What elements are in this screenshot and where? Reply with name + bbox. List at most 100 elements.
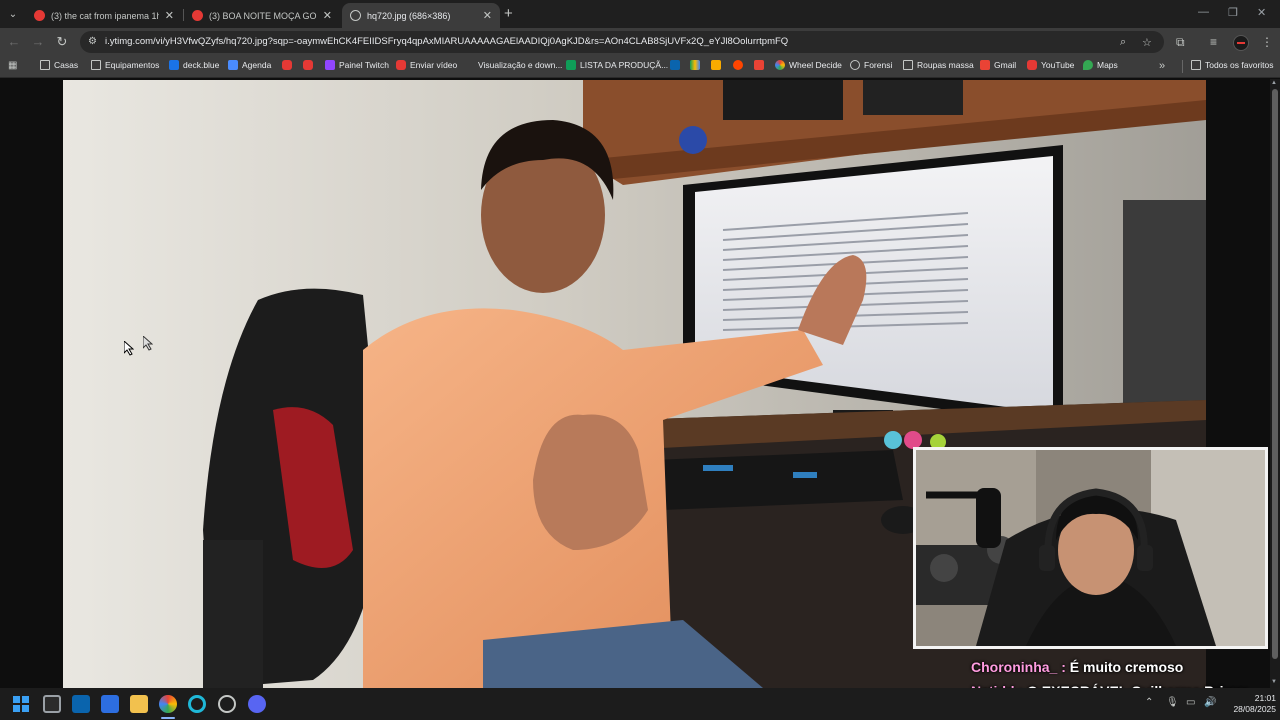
tab-1[interactable]: (3) the cat from ipanema 1hr ve ✕	[26, 3, 182, 28]
bookmark-forensi[interactable]: Forensi	[850, 60, 892, 70]
bookmark-youtube-2[interactable]	[303, 60, 317, 70]
tab-2[interactable]: (3) BOA NOITE MOÇA GOSTOSA ✕	[184, 3, 340, 28]
close-icon[interactable]: ✕	[323, 9, 332, 22]
bookmark-star-icon[interactable]: ☆	[1142, 36, 1152, 49]
bookmark-equipamentos[interactable]: Equipamentos	[91, 60, 159, 70]
address-bar[interactable]: ⚙ i.ytimg.com/vi/yH3VfwQZyfs/hq720.jpg?s…	[80, 31, 1164, 53]
scroll-down-icon[interactable]: ▼	[1271, 679, 1277, 685]
tab-label: hq720.jpg (686×386)	[367, 10, 451, 21]
maximize-button[interactable]: ❐	[1228, 6, 1238, 19]
chat-message: Choroninha_ : É muito cremoso	[971, 655, 1271, 679]
bookmark-agenda[interactable]: Agenda	[228, 60, 271, 70]
bookmark-label: LISTA DA PRODUÇÃ...	[580, 60, 669, 70]
back-button[interactable]: ←	[6, 34, 22, 49]
bookmark-youtube[interactable]: YouTube	[1027, 60, 1074, 70]
file-explorer-icon[interactable]	[130, 695, 148, 713]
globe-icon	[850, 60, 860, 70]
keep-icon	[711, 60, 721, 70]
zoom-icon[interactable]: ⌕	[1120, 36, 1126, 49]
bookmark-gmail-icon[interactable]	[754, 60, 768, 70]
chevron-down-icon: ⌄	[8, 8, 18, 20]
store-icon[interactable]	[101, 695, 119, 713]
bookmarks-bar: ▦ Casas Equipamentos deck.blue Agenda Pa…	[0, 56, 1280, 78]
bookmark-label: deck.blue	[183, 60, 220, 70]
youtube-icon	[396, 60, 406, 70]
bookmark-label: Equipamentos	[105, 60, 160, 70]
outlook-icon	[670, 60, 680, 70]
gmail-icon	[754, 60, 764, 70]
bookmark-gmail[interactable]: Gmail	[980, 60, 1016, 70]
more-bookmarks-button[interactable]: »	[1159, 60, 1165, 72]
bookmark-deck-blue[interactable]: deck.blue	[169, 60, 219, 70]
extensions-icon[interactable]: ⧉	[1176, 35, 1185, 50]
menu-dots-icon[interactable]: ⋮	[1261, 35, 1273, 49]
outlook-icon[interactable]	[72, 695, 90, 713]
bookmark-lista-producao[interactable]: LISTA DA PRODUÇÃ...	[566, 60, 668, 70]
bookmark-enviar-video[interactable]: Enviar vídeo	[396, 60, 457, 70]
bookmark-label: Agenda	[242, 60, 272, 70]
minimize-button[interactable]: —	[1198, 6, 1209, 18]
tab-search-button[interactable]: ⌄	[4, 5, 22, 23]
volume-icon[interactable]: 🔊	[1204, 697, 1216, 708]
tray-overflow-icon[interactable]: ⌃	[1145, 697, 1153, 708]
bookmark-drive[interactable]	[690, 60, 704, 70]
mouse-cursor-icon	[124, 341, 134, 356]
globe-icon	[350, 10, 361, 21]
bookmark-label: Todos os favoritos	[1205, 60, 1274, 70]
profile-avatar[interactable]	[1233, 35, 1249, 51]
windows-start-icon[interactable]	[13, 696, 29, 712]
youtube-icon	[34, 10, 45, 21]
task-view-icon[interactable]	[43, 695, 61, 713]
discord-icon[interactable]	[248, 695, 266, 713]
chat-text: É muito cremoso	[1069, 659, 1184, 675]
youtube-icon	[192, 10, 203, 21]
wheel-icon	[775, 60, 785, 70]
arrow-right-icon: →	[31, 34, 45, 49]
scroll-up-icon[interactable]: ▲	[1271, 80, 1277, 86]
folder-icon	[40, 60, 50, 70]
reload-button[interactable]: ↻	[54, 34, 70, 50]
tab-3-active[interactable]: hq720.jpg (686×386) ✕	[342, 3, 500, 28]
youtube-icon	[303, 60, 313, 70]
forward-button[interactable]: →	[30, 34, 46, 49]
bookmark-wheel-decide[interactable]: Wheel Decide	[775, 60, 842, 70]
address-url[interactable]: i.ytimg.com/vi/yH3VfwQZyfs/hq720.jpg?sqp…	[105, 36, 788, 47]
close-icon[interactable]: ✕	[483, 9, 492, 22]
microphone-icon[interactable]: 🎙	[1166, 697, 1179, 708]
folder-icon	[91, 60, 101, 70]
close-icon[interactable]: ✕	[165, 9, 174, 22]
bookmark-visualizacao[interactable]: Visualização e down...	[478, 60, 562, 70]
page-scrollbar[interactable]: ▲ ▼	[1270, 79, 1280, 688]
window-close-button[interactable]: ✕	[1257, 6, 1266, 19]
network-icon[interactable]: ▭	[1186, 697, 1195, 708]
obs-icon[interactable]	[218, 695, 236, 713]
clock-date: 28/08/2025	[1233, 704, 1276, 714]
bookmark-youtube-1[interactable]	[282, 60, 296, 70]
site-info-icon[interactable]: ⚙	[88, 36, 97, 47]
bookmark-outlook[interactable]	[670, 60, 684, 70]
new-tab-button[interactable]: +	[504, 5, 513, 22]
bookmark-reddit[interactable]	[733, 60, 747, 70]
folder-icon	[1191, 60, 1201, 70]
cortana-icon[interactable]	[188, 695, 206, 713]
gmail-icon	[980, 60, 990, 70]
drive-icon	[690, 60, 700, 70]
bookmark-painel-twitch[interactable]: Painel Twitch	[325, 60, 389, 70]
bookmark-maps[interactable]: Maps	[1083, 60, 1118, 70]
system-clock[interactable]: 21:01 28/08/2025	[1224, 693, 1276, 715]
scrollbar-thumb[interactable]	[1272, 89, 1278, 659]
folder-icon	[903, 60, 913, 70]
bookmark-label: YouTube	[1041, 60, 1075, 70]
youtube-icon	[282, 60, 292, 70]
bookmark-keep[interactable]	[711, 60, 725, 70]
all-bookmarks-folder[interactable]: Todos os favoritos	[1191, 60, 1274, 70]
apps-button[interactable]: ▦	[8, 60, 17, 71]
reload-icon: ↻	[56, 34, 68, 49]
bookmark-roupas-massa[interactable]: Roupas massa	[903, 60, 974, 70]
bookmark-casas[interactable]: Casas	[40, 60, 78, 70]
youtube-icon	[1027, 60, 1037, 70]
chrome-icon[interactable]	[159, 695, 177, 713]
tab-media-icon[interactable]: ≡	[1210, 35, 1217, 49]
bookmark-label: Visualização e down...	[478, 60, 563, 70]
tab-label: (3) the cat from ipanema 1hr ve	[51, 10, 159, 21]
